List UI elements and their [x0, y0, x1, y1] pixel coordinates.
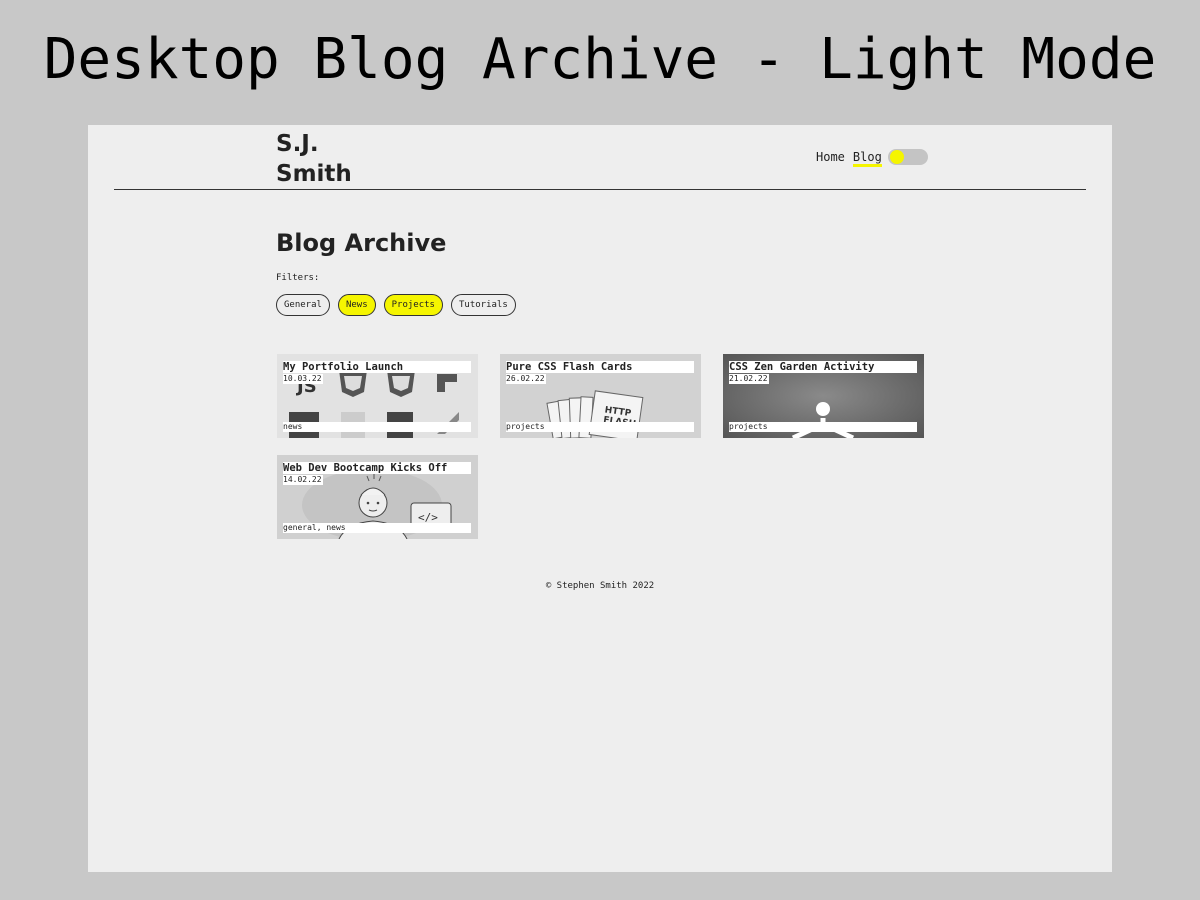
post-title[interactable]: Pure CSS Flash Cards: [506, 361, 694, 373]
main-nav: Home Blog: [816, 149, 928, 167]
filter-tutorials[interactable]: Tutorials: [450, 294, 516, 316]
post-tags: news: [283, 422, 471, 432]
filter-chips: General News Projects Tutorials: [276, 294, 524, 316]
filter-news[interactable]: News: [337, 294, 376, 316]
header-divider: [114, 189, 1086, 190]
post-title[interactable]: My Portfolio Launch: [283, 361, 471, 373]
filters-label: Filters:: [276, 273, 320, 283]
post-date: 10.03.22: [283, 374, 323, 384]
filter-projects[interactable]: Projects: [383, 294, 443, 316]
page-title: Blog Archive: [276, 229, 447, 257]
post-card-portfolio-launch[interactable]: JS My Portfolio Launch 10.03.22 news: [277, 354, 478, 438]
site-brand[interactable]: S.J. Smith: [276, 129, 352, 189]
post-card-zen-garden[interactable]: CSS Zen Garden Activity 21.02.22 project…: [723, 354, 924, 438]
footer-copyright: © Stephen Smith 2022: [545, 581, 655, 591]
toggle-knob: [889, 150, 904, 164]
post-date: 14.02.22: [283, 475, 323, 485]
post-date: 26.02.22: [506, 374, 546, 384]
browser-viewport: S.J. Smith Home Blog Blog Archive Filter…: [88, 125, 1112, 872]
nav-home-link[interactable]: Home: [816, 150, 845, 164]
page-caption: Desktop Blog Archive - Light Mode: [43, 27, 1157, 92]
brand-line-2: Smith: [276, 161, 352, 187]
post-card-bootcamp[interactable]: </> Web Dev Bootcamp Kicks Off 14.02.22 …: [277, 455, 478, 539]
filter-general[interactable]: General: [276, 294, 330, 316]
brand-line-1: S.J.: [276, 131, 319, 157]
post-tags: general, news: [283, 523, 471, 533]
theme-toggle[interactable]: [887, 149, 928, 165]
nav-blog-link[interactable]: Blog: [852, 150, 882, 167]
post-tags: projects: [506, 422, 694, 432]
post-title[interactable]: Web Dev Bootcamp Kicks Off: [283, 462, 471, 474]
post-card-flash-cards[interactable]: HTTP FLASH Pure CSS Flash Cards 26.02.22…: [500, 354, 701, 438]
post-date: 21.02.22: [729, 374, 769, 384]
post-title[interactable]: CSS Zen Garden Activity: [729, 361, 917, 373]
post-tags: projects: [729, 422, 917, 432]
